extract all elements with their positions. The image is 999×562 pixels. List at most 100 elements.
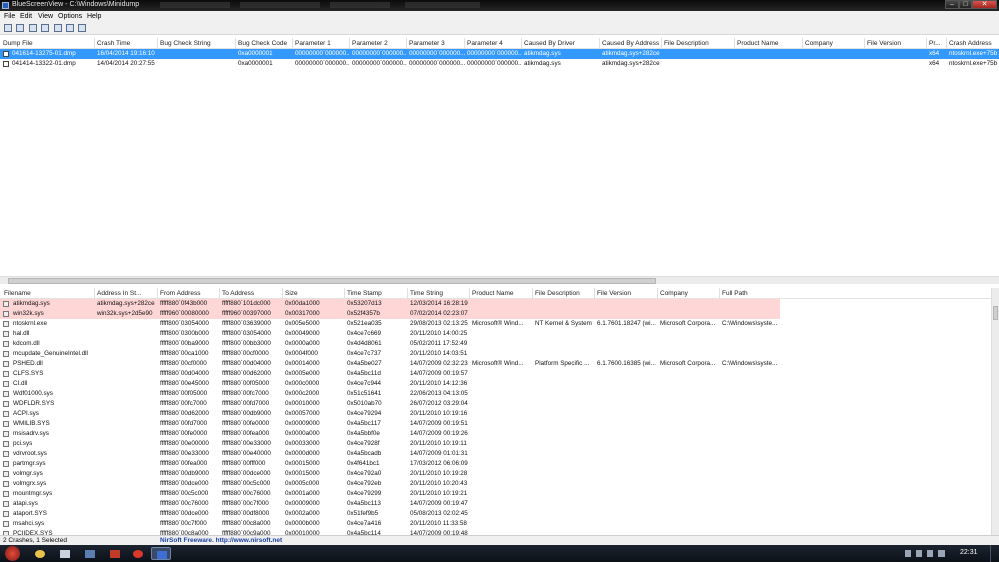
table-row[interactable]: WMILIB.SYS fffff880`00fd7000 fffff880`00fe… <box>0 419 991 429</box>
crash-col-dump-file[interactable]: Dump File <box>3 40 33 47</box>
save-icon[interactable] <box>16 24 24 32</box>
table-row[interactable]: volmgr.sys fffff880`00db9000 fffff880`00dc… <box>0 469 991 479</box>
table-row[interactable]: PSHED.dll fffff880`00cf0000 fffff880`00d04… <box>0 359 991 369</box>
column-separator[interactable] <box>657 288 658 299</box>
game-icon[interactable] <box>105 547 125 560</box>
table-row[interactable]: WDFLDR.SYS fffff880`00fc7000 fffff880`00fd… <box>0 399 991 409</box>
crash-col-parameter-3[interactable]: Parameter 3 <box>409 40 445 47</box>
column-separator[interactable] <box>292 38 293 49</box>
close-button[interactable]: ✕ <box>972 0 997 9</box>
driver-col-filename[interactable]: Filename <box>4 290 31 297</box>
column-separator[interactable] <box>464 38 465 49</box>
column-separator[interactable] <box>94 38 95 49</box>
column-separator[interactable] <box>594 288 595 299</box>
column-separator[interactable] <box>599 38 600 49</box>
maximize-button[interactable]: □ <box>959 0 972 9</box>
driver-col-size[interactable]: Size <box>285 290 298 297</box>
column-separator[interactable] <box>946 38 947 49</box>
table-row[interactable]: CLFS.SYS fffff880`00d04000 fffff880`00d620… <box>0 369 991 379</box>
driver-col-time-stamp[interactable]: Time Stamp <box>347 290 382 297</box>
driver-list-vertical-scrollbar[interactable] <box>991 288 999 535</box>
network-icon[interactable] <box>80 547 100 560</box>
table-row[interactable]: volmgrx.sys fffff880`00dce000 fffff880`00c… <box>0 479 991 489</box>
menu-help[interactable]: Help <box>87 13 101 20</box>
driver-col-company[interactable]: Company <box>660 290 688 297</box>
options-icon[interactable] <box>54 24 62 32</box>
crash-col-file-description[interactable]: File Description <box>664 40 709 47</box>
table-row[interactable]: 041614-13275-01.dmp 16/04/2014 19:16:10 0x… <box>0 49 999 59</box>
app-icon[interactable] <box>55 547 75 560</box>
media-icon[interactable] <box>128 547 148 560</box>
find-icon[interactable] <box>66 24 74 32</box>
crash-col-company[interactable]: Company <box>805 40 833 47</box>
scrollbar-thumb[interactable] <box>993 306 998 320</box>
column-separator[interactable] <box>157 288 158 299</box>
column-separator[interactable] <box>235 38 236 49</box>
driver-col-full-path[interactable]: Full Path <box>722 290 748 297</box>
show-desktop-button[interactable] <box>990 545 999 562</box>
table-row[interactable]: ataport.SYS fffff880`00dce000 fffff880`00d… <box>0 509 991 519</box>
table-row[interactable]: win32k.sys win32k.sys+2d5e90 fffff960`0008… <box>0 309 780 319</box>
table-row[interactable]: atikmdag.sys atikmdag.sys+282ce fffff880`0… <box>0 299 780 309</box>
column-separator[interactable] <box>469 288 470 299</box>
column-separator[interactable] <box>532 288 533 299</box>
minimize-button[interactable]: – <box>945 0 959 9</box>
crash-col-pr[interactable]: Pr... <box>929 40 941 47</box>
driver-col-product-name[interactable]: Product Name <box>472 290 514 297</box>
crash-col-bug-check-code[interactable]: Bug Check Code <box>238 40 287 47</box>
column-separator[interactable] <box>157 38 158 49</box>
table-row[interactable]: mcupdate_GenuineIntel.dll fffff880`00ca10… <box>0 349 991 359</box>
driver-col-to-address[interactable]: To Address <box>222 290 254 297</box>
table-row[interactable]: pci.sys fffff880`00e00000 fffff880`00e3300… <box>0 439 991 449</box>
driver-col-file-version[interactable]: File Version <box>597 290 631 297</box>
column-separator[interactable] <box>406 38 407 49</box>
nirsoft-link[interactable]: NirSoft Freeware. http://www.nirsoft.net <box>160 537 282 544</box>
crash-col-caused-by-address[interactable]: Caused By Address <box>602 40 659 47</box>
table-row[interactable]: ntoskrnl.exe fffff800`03054000 fffff800`03… <box>0 319 991 329</box>
column-separator[interactable] <box>344 288 345 299</box>
table-row[interactable]: hal.dll fffff800`0300b000 fffff800`0305400… <box>0 329 991 339</box>
chrome-icon[interactable] <box>30 547 50 560</box>
refresh-icon[interactable] <box>78 24 86 32</box>
column-separator[interactable] <box>219 288 220 299</box>
properties-icon[interactable] <box>4 24 12 32</box>
crash-col-parameter-4[interactable]: Parameter 4 <box>467 40 503 47</box>
clock[interactable]: 22:31 <box>960 549 978 556</box>
scrollbar-thumb[interactable] <box>8 278 656 284</box>
copy-icon[interactable] <box>41 24 49 32</box>
driver-col-file-description[interactable]: File Description <box>535 290 580 297</box>
table-row[interactable]: Wdf01000.sys fffff880`00f05000 fffff880`00… <box>0 389 991 399</box>
menu-edit[interactable]: Edit <box>20 13 32 20</box>
crash-col-bug-check-string[interactable]: Bug Check String <box>160 40 211 47</box>
menu-view[interactable]: View <box>38 13 53 20</box>
crash-col-crash-time[interactable]: Crash Time <box>97 40 130 47</box>
bluescreenview-icon[interactable] <box>151 547 171 560</box>
crash-col-caused-by-driver[interactable]: Caused By Driver <box>524 40 575 47</box>
table-row[interactable]: CI.dll fffff880`00e45000 fffff880`00f05000… <box>0 379 991 389</box>
table-row[interactable]: kdcom.dll fffff800`00ba9000 fffff800`00bb3… <box>0 339 991 349</box>
table-row[interactable]: mountmgr.sys fffff880`00c5c000 fffff880`00… <box>0 489 991 499</box>
driver-col-time-string[interactable]: Time String <box>410 290 443 297</box>
driver-col-from-address[interactable]: From Address <box>160 290 200 297</box>
crash-list-horizontal-scrollbar[interactable] <box>0 276 999 284</box>
table-row[interactable]: atapi.sys fffff880`00c76000 fffff880`00c7f… <box>0 499 991 509</box>
tray-icons[interactable] <box>905 550 945 557</box>
column-separator[interactable] <box>802 38 803 49</box>
column-separator[interactable] <box>719 288 720 299</box>
column-separator[interactable] <box>407 288 408 299</box>
table-row[interactable]: ACPI.sys fffff880`00d62000 fffff880`00db90… <box>0 409 991 419</box>
column-separator[interactable] <box>94 288 95 299</box>
table-row[interactable]: 041414-13322-01.dmp 14/04/2014 20:27:55 0x… <box>0 59 999 69</box>
crash-col-file-version[interactable]: File Version <box>867 40 901 47</box>
column-separator[interactable] <box>734 38 735 49</box>
table-row[interactable]: msahci.sys fffff880`00c7f000 fffff880`00c8… <box>0 519 991 529</box>
table-row[interactable]: msisadrv.sys fffff880`00fe0000 fffff880`00… <box>0 429 991 439</box>
driver-col-address-in-st[interactable]: Address In St... <box>97 290 141 297</box>
menu-options[interactable]: Options <box>58 13 82 20</box>
column-separator[interactable] <box>349 38 350 49</box>
column-separator[interactable] <box>926 38 927 49</box>
crash-col-parameter-1[interactable]: Parameter 1 <box>295 40 331 47</box>
column-separator[interactable] <box>661 38 662 49</box>
table-row[interactable]: partmgr.sys fffff880`00fea000 fffff880`00f… <box>0 459 991 469</box>
table-row[interactable]: vdrvroot.sys fffff880`00e33000 fffff880`00… <box>0 449 991 459</box>
